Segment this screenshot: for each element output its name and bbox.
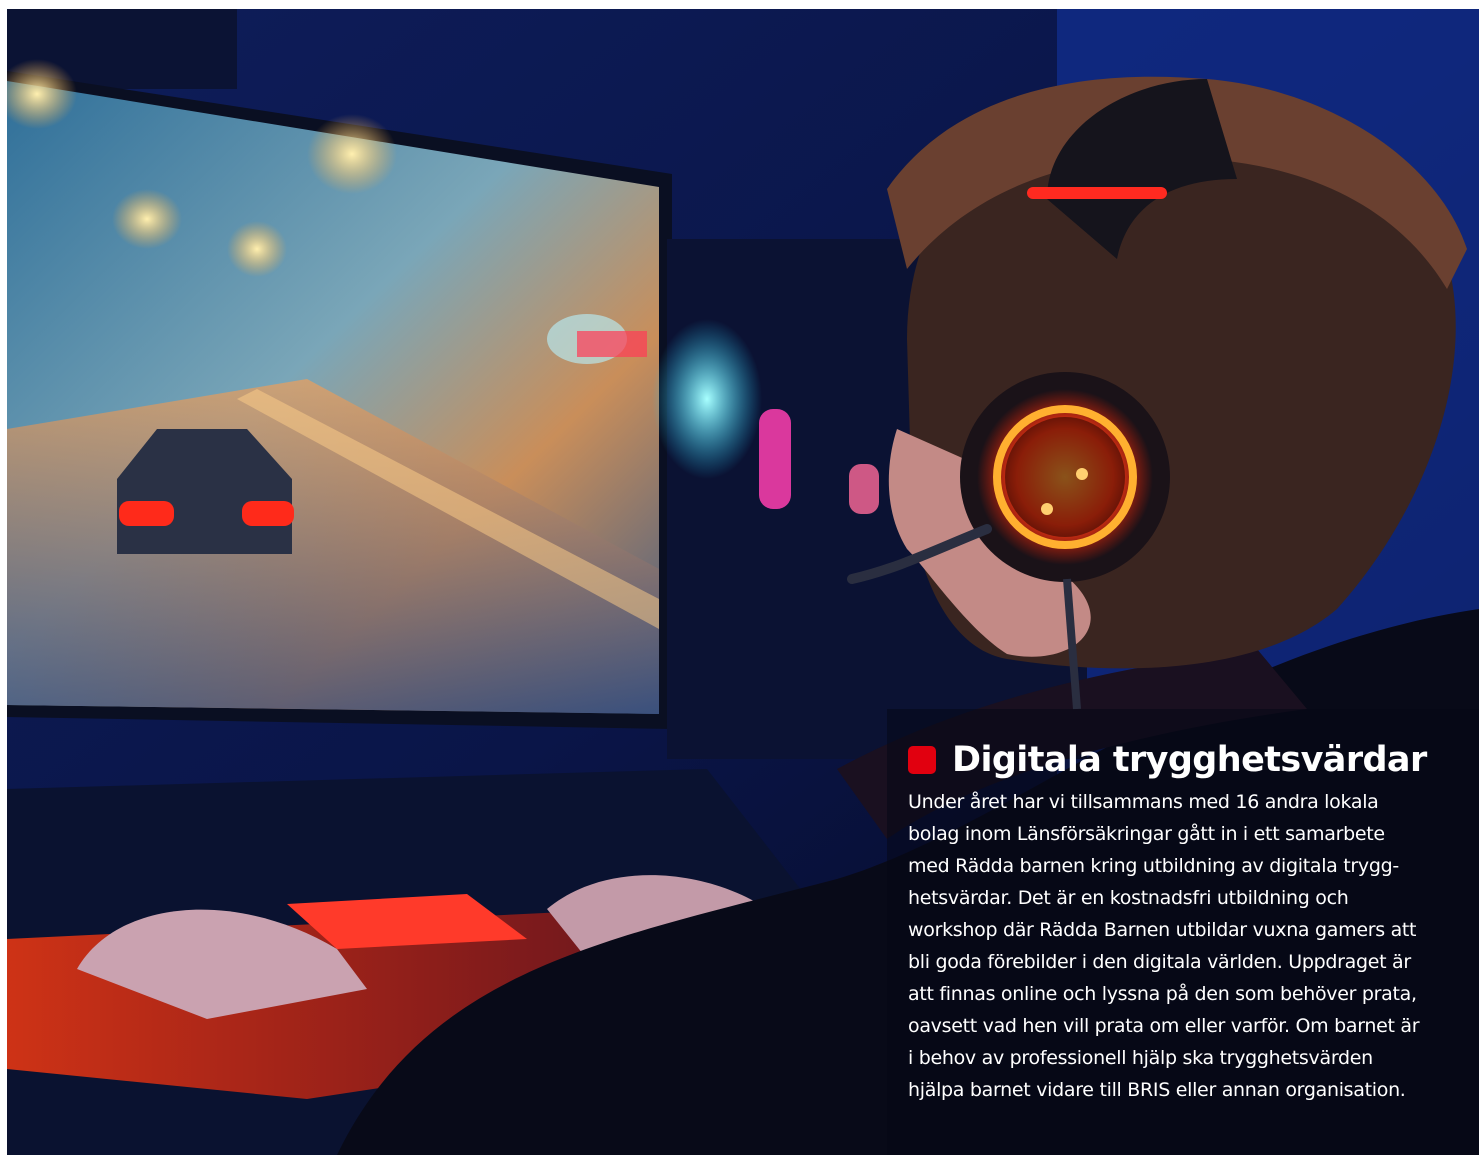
body-line: Under året har vi tillsammans med 16 and…: [908, 791, 1379, 813]
body-line: bli goda förebilder i den digitala värld…: [908, 951, 1411, 973]
red-square-bullet-icon: [908, 746, 936, 774]
body-line: workshop där Rädda Barnen utbildar vuxna…: [908, 919, 1417, 941]
body-line: hetsvärdar. Det är en kostnadsfri utbild…: [908, 887, 1349, 909]
body-line: oavsett vad hen vill prata om eller varf…: [908, 1015, 1420, 1037]
page: Digitala trygghetsvärdar Under året har …: [0, 0, 1481, 1157]
body-line: med Rädda barnen kring utbildning av dig…: [908, 855, 1399, 877]
body-line: att finnas online och lyssna på den som …: [908, 983, 1417, 1005]
caption-heading: Digitala trygghetsvärdar: [952, 740, 1427, 780]
caption-body: Under året har vi tillsammans med 16 and…: [908, 786, 1448, 1106]
body-line: i behov av professionell hjälp ska trygg…: [908, 1047, 1373, 1069]
heading-row: Digitala trygghetsvärdar: [908, 738, 1448, 782]
body-line: bolag inom Länsförsäkringar gått in i et…: [908, 823, 1385, 845]
caption-block: Digitala trygghetsvärdar Under året har …: [908, 738, 1448, 1106]
body-line: hjälpa barnet vidare till BRIS eller ann…: [908, 1079, 1406, 1101]
